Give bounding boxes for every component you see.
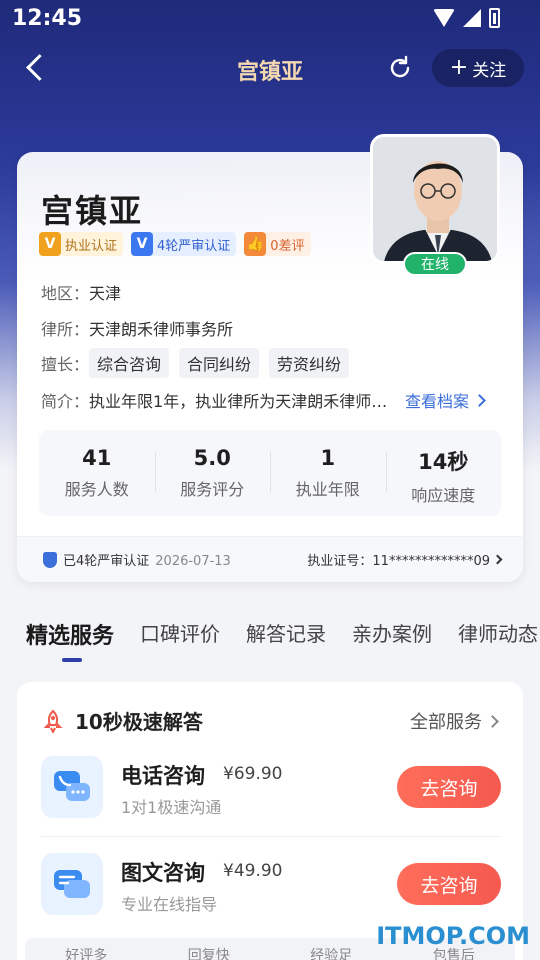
firm-value: 天津朗禾律师事务所 — [89, 320, 234, 339]
battery-icon — [489, 8, 500, 28]
all-services-label: 全部服务 — [410, 712, 482, 733]
firm-row: 律所： 天津朗禾律师事务所 — [41, 316, 233, 340]
rocket-icon — [43, 709, 63, 733]
thumbs-up-icon: 👍 — [244, 232, 267, 256]
chevron-right-icon — [473, 393, 486, 407]
verified-date: 2026-07-13 — [155, 554, 231, 569]
follow-label: 关注 — [472, 60, 507, 81]
profile-card: 宫镇亚 V 执业认证 V 4轮严审认证 👍 0差评 在线 地区： 天津 律所： … — [17, 134, 523, 582]
top-nav: 宫镇亚 + 关注 — [0, 44, 540, 92]
service-card: 10秒极速解答 全部服务 电话咨询 ¥69.90 1对1极速沟通 去咨询 图文咨… — [17, 682, 523, 960]
guarantee-item: 回复快 — [187, 948, 230, 960]
service-name: 电话咨询 — [121, 764, 205, 788]
expertise-tag: 综合咨询 — [89, 348, 170, 378]
wifi-icon — [433, 9, 455, 27]
expertise-tag: 合同纠纷 — [179, 348, 260, 378]
lawyer-name: 宫镇亚 — [41, 192, 144, 230]
verified-icon: V — [39, 232, 61, 256]
license-number-link[interactable]: 执业证号：11*************09 — [307, 550, 503, 569]
consult-button[interactable]: 去咨询 — [397, 766, 501, 808]
region-key: 地区： — [41, 284, 90, 303]
expertise-tag: 劳资纠纷 — [269, 348, 350, 378]
service-name: 图文咨询 — [121, 861, 205, 885]
tab-lawyer-news[interactable]: 律师动态 — [458, 618, 538, 668]
follow-button[interactable]: + 关注 — [432, 49, 524, 87]
verified-info: 已4轮严审认证 2026-07-13 — [43, 550, 231, 569]
service-desc: 专业在线指导 — [121, 895, 218, 914]
online-label: 在线 — [421, 257, 449, 273]
negative-review-badge: 👍 0差评 — [244, 232, 311, 256]
license-badge-label: 执业认证 — [65, 238, 118, 254]
status-time: 12:45 — [12, 6, 83, 31]
review-badge: V 4轮严审认证 — [131, 232, 237, 256]
service-heading: 10秒极速解答 — [41, 706, 203, 735]
stat-label: 响应速度 — [411, 486, 476, 505]
tab-cases[interactable]: 亲办案例 — [352, 618, 432, 668]
review-badge-label: 4轮严审认证 — [157, 238, 231, 254]
stat-label: 执业年限 — [295, 480, 360, 499]
shield-icon — [43, 552, 57, 568]
avatar[interactable] — [370, 134, 500, 264]
service-price: ¥49.90 — [223, 861, 283, 881]
plus-icon: + — [449, 55, 469, 80]
license-badge: V 执业认证 — [39, 232, 124, 256]
stat-response: 14秒 响应速度 — [385, 430, 502, 516]
stat-label: 服务评分 — [180, 480, 245, 499]
chevron-right-icon — [492, 554, 503, 565]
chevron-right-icon — [486, 714, 499, 728]
intro-text: 执业年限1年，执业律所为天津朗禾律师事务所 — [89, 392, 400, 411]
text-chat-icon — [41, 853, 103, 915]
online-status-badge: 在线 — [403, 252, 467, 276]
phone-chat-icon — [41, 756, 103, 818]
negative-review-label: 0差评 — [270, 238, 305, 254]
stat-value: 41 — [82, 446, 112, 470]
stat-value: 14秒 — [418, 450, 469, 474]
service-heading-text: 10秒极速解答 — [75, 710, 203, 734]
verification-footer: 已4轮严审认证 2026-07-13 执业证号：11*************09 — [17, 536, 523, 582]
verified-text: 已4轮严审认证 — [63, 554, 150, 569]
stat-value: 1 — [320, 446, 336, 470]
region-row: 地区： 天津 — [41, 280, 121, 304]
verified-icon: V — [131, 232, 154, 256]
divider — [41, 836, 501, 837]
badge-list: V 执业认证 V 4轮严审认证 👍 0差评 — [39, 232, 311, 256]
service-item-text: 图文咨询 ¥49.90 专业在线指导 去咨询 — [41, 853, 501, 923]
stat-served: 41 服务人数 — [39, 430, 155, 516]
refresh-icon[interactable] — [386, 54, 414, 82]
stat-years: 1 执业年限 — [270, 430, 386, 516]
watermark: ITMOP.COM — [376, 922, 530, 950]
tab-answers[interactable]: 解答记录 — [246, 618, 326, 668]
expertise-row: 擅长： 综合咨询 合同纠纷 劳资纠纷 — [41, 348, 350, 378]
guarantee-item: 好评多 — [65, 948, 108, 960]
signal-icon — [463, 9, 481, 27]
tab-reviews[interactable]: 口碑评价 — [140, 618, 220, 668]
tab-indicator — [62, 658, 82, 662]
consult-button[interactable]: 去咨询 — [397, 863, 501, 905]
status-bar: 12:45 — [0, 0, 540, 38]
firm-key: 律所： — [41, 320, 90, 339]
intro-key: 简介： — [41, 392, 90, 411]
back-icon[interactable] — [22, 52, 52, 82]
guarantee-item: 经验足 — [310, 948, 353, 960]
license-number: 执业证号：11*************09 — [307, 554, 490, 569]
expertise-key: 擅长： — [41, 355, 90, 374]
view-profile-link[interactable]: 查看档案 — [405, 388, 486, 412]
all-services-link[interactable]: 全部服务 — [410, 708, 499, 734]
intro-row: 简介： 执业年限1年，执业律所为天津朗禾律师事务所 查看档案 — [41, 388, 486, 412]
view-profile-label: 查看档案 — [405, 392, 470, 411]
region-value: 天津 — [89, 284, 122, 303]
service-item-phone: 电话咨询 ¥69.90 1对1极速沟通 去咨询 — [41, 756, 501, 826]
stat-label: 服务人数 — [64, 480, 129, 499]
stats-panel: 41 服务人数 5.0 服务评分 1 执业年限 14秒 响应速度 — [39, 430, 501, 516]
stat-rating: 5.0 服务评分 — [154, 430, 271, 516]
service-desc: 1对1极速沟通 — [121, 798, 222, 817]
service-price: ¥69.90 — [223, 764, 283, 784]
stat-value: 5.0 — [193, 446, 231, 470]
